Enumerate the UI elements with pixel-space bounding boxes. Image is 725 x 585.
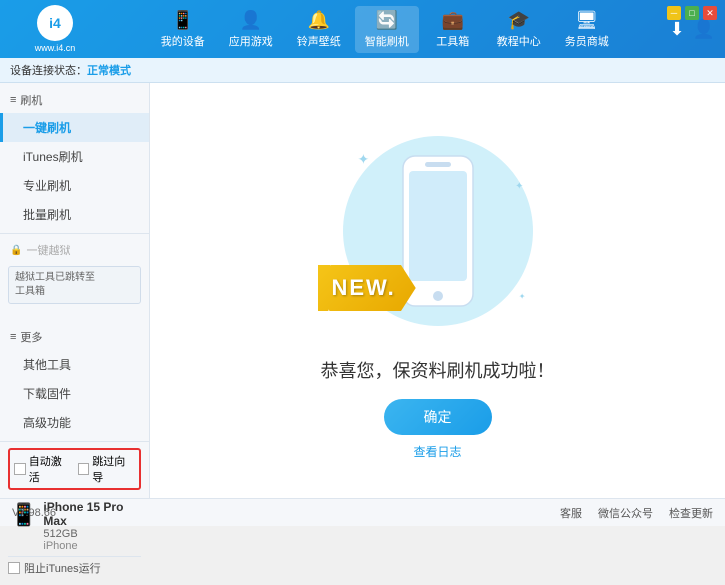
close-button[interactable]: ✕	[703, 6, 717, 20]
one-key-flash-label: 一键刷机	[23, 121, 71, 135]
sidebar-item-itunes-flash[interactable]: iTunes刷机	[0, 142, 149, 171]
flash-group-icon: ≡	[10, 94, 16, 106]
nav-ringtones-label: 铃声壁纸	[297, 33, 341, 49]
footer-wechat[interactable]: 微信公众号	[598, 505, 653, 521]
sidebar: ≡ 刷机 一键刷机 iTunes刷机 专业刷机 批量刷机 🔒 一键越狱 越狱工具…	[0, 83, 150, 498]
sidebar-item-batch-flash[interactable]: 批量刷机	[0, 200, 149, 229]
auto-activate-checkbox[interactable]: 自动激活	[14, 453, 72, 485]
logo-subtext: www.i4.cn	[35, 43, 76, 53]
sidebar-item-one-key-flash[interactable]: 一键刷机	[0, 113, 149, 142]
sidebar-notice: 越狱工具已跳转至工具箱	[8, 266, 141, 304]
device-icon: 📱	[172, 10, 194, 31]
itunes-checkbox[interactable]	[8, 562, 20, 574]
main-layout: ≡ 刷机 一键刷机 iTunes刷机 专业刷机 批量刷机 🔒 一键越狱 越狱工具…	[0, 83, 725, 498]
sidebar-more-group: ≡ 更多	[0, 324, 149, 350]
sidebar-more-section: ≡ 更多 其他工具 下载固件 高级功能	[0, 320, 149, 441]
sparkle-3: ✦	[519, 292, 526, 301]
sidebar-item-other-tools[interactable]: 其他工具	[0, 350, 149, 379]
log-link[interactable]: 查看日志	[413, 443, 461, 460]
new-text: NEW.	[332, 275, 396, 301]
auto-activate-check[interactable]	[14, 463, 26, 475]
footer-customer-service[interactable]: 客服	[560, 505, 582, 521]
new-badge: ✦ ✦ NEW.	[318, 265, 416, 311]
skip-guide-checkbox[interactable]: 跳过向导	[78, 453, 136, 485]
itunes-row: 阻止iTunes运行	[8, 556, 141, 579]
download-button[interactable]: ⬇	[669, 19, 684, 40]
notice-text: 越狱工具已跳转至工具箱	[15, 272, 95, 297]
nav-tools[interactable]: 💼 工具箱	[423, 6, 483, 53]
itunes-label: 阻止iTunes运行	[24, 560, 101, 576]
maximize-button[interactable]: □	[685, 6, 699, 20]
nav-tutorials[interactable]: 🎓 教程中心	[487, 6, 551, 53]
confirm-button[interactable]: 确定	[384, 399, 492, 435]
nav-my-device-label: 我的设备	[161, 33, 205, 49]
new-ribbon: ✦ ✦ NEW.	[318, 265, 416, 311]
service-icon: 🖥	[575, 10, 598, 31]
auto-row: 自动激活 跳过向导	[8, 448, 141, 490]
nav-my-device[interactable]: 📱 我的设备	[151, 6, 215, 53]
smart-flash-icon: 🔄	[376, 10, 398, 31]
advanced-label: 高级功能	[23, 416, 71, 430]
skip-guide-label: 跳过向导	[92, 453, 135, 485]
logo-circle: i4	[37, 5, 73, 41]
sidebar-item-pro-flash[interactable]: 专业刷机	[0, 171, 149, 200]
logo: i4 www.i4.cn	[10, 5, 100, 53]
lock-icon: 🔒	[10, 245, 22, 256]
apps-icon: 👤	[240, 10, 262, 31]
user-button[interactable]: 👤	[693, 19, 715, 40]
sidebar-flash-section: ≡ 刷机 一键刷机 iTunes刷机 专业刷机 批量刷机 🔒 一键越狱 越狱工具…	[0, 83, 149, 312]
more-group-icon: ≡	[10, 331, 16, 343]
nav-bar: 📱 我的设备 👤 应用游戏 🔔 铃声壁纸 🔄 智能刷机 💼 工具箱 🎓 教程中心…	[100, 6, 669, 53]
statusbar: 设备连接状态： 正常模式	[0, 58, 725, 83]
tutorials-icon: 🎓	[508, 10, 530, 31]
pro-flash-label: 专业刷机	[23, 179, 71, 193]
sidebar-divider-1	[0, 233, 149, 234]
device-type: iPhone	[43, 540, 139, 552]
status-value: 正常模式	[87, 62, 131, 78]
footer-version: V7.98.66	[12, 507, 56, 519]
nav-tools-label: 工具箱	[436, 33, 469, 49]
sparkle-1: ✦	[358, 151, 370, 168]
topbar: i4 www.i4.cn 📱 我的设备 👤 应用游戏 🔔 铃声壁纸 🔄 智能刷机…	[0, 0, 725, 58]
footer-right: 客服 微信公众号 检查更新	[560, 505, 713, 521]
sparkle-2: ✦	[515, 181, 523, 192]
topbar-right: ⬇ 👤	[669, 19, 715, 40]
nav-smart-flash-label: 智能刷机	[365, 33, 409, 49]
sidebar-flash-group: ≡ 刷机	[0, 87, 149, 113]
device-info: 📱 iPhone 15 Pro Max 512GB iPhone	[8, 496, 141, 556]
status-label: 设备连接状态：	[10, 62, 87, 78]
batch-flash-label: 批量刷机	[23, 208, 71, 222]
nav-apps-label: 应用游戏	[229, 33, 273, 49]
logo-text: i4	[49, 15, 61, 31]
more-group-label: 更多	[20, 329, 42, 345]
sidebar-item-download-firmware[interactable]: 下载固件	[0, 379, 149, 408]
other-tools-label: 其他工具	[23, 358, 71, 372]
flash-group-label: 刷机	[20, 92, 42, 108]
disabled-label: 一键越狱	[26, 242, 70, 258]
nav-service-label: 务员商城	[565, 33, 609, 49]
skip-guide-check[interactable]	[78, 463, 90, 475]
success-message: 恭喜您，保资料刷机成功啦！	[321, 357, 555, 383]
nav-apps-games[interactable]: 👤 应用游戏	[219, 6, 283, 53]
nav-service[interactable]: 🖥 务员商城	[555, 6, 619, 53]
success-image: ✦ ✦ ✦ ✦ ✦ NEW.	[328, 121, 548, 341]
download-firmware-label: 下载固件	[23, 387, 71, 401]
main-content: ✦ ✦ ✦ ✦ ✦ NEW. 恭喜您，保资料刷机成功啦！ 确定 查看日志	[150, 83, 725, 498]
auto-activate-label: 自动激活	[29, 453, 72, 485]
nav-tutorials-label: 教程中心	[497, 33, 541, 49]
sidebar-item-advanced[interactable]: 高级功能	[0, 408, 149, 437]
device-name: iPhone 15 Pro Max	[43, 500, 139, 528]
device-details: iPhone 15 Pro Max 512GB iPhone	[43, 500, 139, 552]
nav-smart-flash[interactable]: 🔄 智能刷机	[355, 6, 419, 53]
itunes-flash-label: iTunes刷机	[23, 150, 83, 164]
ringtones-icon: 🔔	[308, 10, 330, 31]
sidebar-disabled-jailbreak: 🔒 一键越狱	[0, 238, 149, 262]
tools-icon: 💼	[442, 10, 464, 31]
nav-ringtones[interactable]: 🔔 铃声壁纸	[287, 6, 351, 53]
minimize-button[interactable]: ─	[667, 6, 681, 20]
footer-check-update[interactable]: 检查更新	[669, 505, 713, 521]
device-storage: 512GB	[43, 528, 139, 540]
